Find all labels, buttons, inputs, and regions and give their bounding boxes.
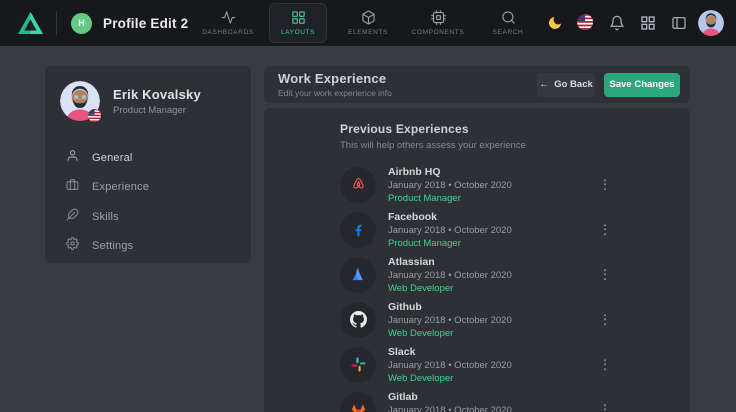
row-menu-kebab-icon[interactable] bbox=[600, 355, 610, 375]
experience-period: January 2018 • October 2020 bbox=[388, 225, 512, 236]
row-menu-kebab-icon[interactable] bbox=[600, 220, 610, 240]
experience-row: Gitlab January 2018 • October 2020 Web D… bbox=[340, 387, 614, 412]
company-name: Gitlab bbox=[388, 391, 512, 403]
apps-grid-icon[interactable] bbox=[636, 11, 660, 35]
experience-role: Web Developer bbox=[388, 373, 512, 384]
page-header-card: Work Experience Edit your work experienc… bbox=[264, 66, 690, 103]
box-icon bbox=[361, 10, 376, 25]
notifications-bell-icon[interactable] bbox=[605, 11, 629, 35]
row-menu-kebab-icon[interactable] bbox=[600, 265, 610, 285]
experience-row: Airbnb HQ January 2018 • October 2020 Pr… bbox=[340, 162, 614, 207]
experience-period: January 2018 • October 2020 bbox=[388, 270, 512, 281]
experience-period: January 2018 • October 2020 bbox=[388, 180, 512, 191]
nav-item-layouts[interactable]: LAYOUTS bbox=[269, 3, 327, 43]
experience-role: Product Manager bbox=[388, 193, 512, 204]
profile-sidebar-card: Erik Kovalsky Product Manager General Ex… bbox=[45, 66, 251, 263]
profile-role: Product Manager bbox=[113, 105, 201, 116]
page-header-title: Work Experience bbox=[278, 71, 392, 86]
atlassian-logo-icon bbox=[340, 257, 376, 293]
row-menu-kebab-icon[interactable] bbox=[600, 175, 610, 195]
sidebar-toggle-icon[interactable] bbox=[667, 11, 691, 35]
profile-avatar bbox=[60, 81, 100, 121]
experience-role: Web Developer bbox=[388, 328, 512, 339]
navbar-actions bbox=[543, 0, 724, 46]
github-logo-icon bbox=[340, 302, 376, 338]
briefcase-icon bbox=[66, 178, 79, 196]
cpu-icon bbox=[431, 10, 446, 25]
go-back-button[interactable]: ← Go Back bbox=[537, 73, 595, 97]
experience-period: January 2018 • October 2020 bbox=[388, 360, 512, 371]
top-navbar: H Profile Edit 2 DASHBOARDS LAYOUTS ELEM… bbox=[0, 0, 736, 46]
user-avatar[interactable] bbox=[698, 10, 724, 36]
nav-item-dashboards[interactable]: DASHBOARDS bbox=[199, 3, 257, 43]
company-name: Airbnb HQ bbox=[388, 166, 512, 178]
gitlab-logo-icon bbox=[340, 392, 376, 412]
language-flag-icon[interactable] bbox=[574, 11, 598, 35]
nav-item-search[interactable]: SEARCH bbox=[479, 3, 537, 43]
section-subtitle: This will help others assess your experi… bbox=[340, 140, 614, 151]
experience-row: Github January 2018 • October 2020 Web D… bbox=[340, 297, 614, 342]
navbar-brand-group: H Profile Edit 2 bbox=[0, 11, 188, 35]
search-icon bbox=[501, 10, 516, 25]
experience-period: January 2018 • October 2020 bbox=[388, 315, 512, 326]
page-icon-letter: H bbox=[78, 18, 85, 28]
activity-icon bbox=[221, 10, 236, 25]
company-name: Slack bbox=[388, 346, 512, 358]
nav-item-elements[interactable]: ELEMENTS bbox=[339, 3, 397, 43]
sidebar-item-settings[interactable]: Settings bbox=[60, 232, 251, 262]
experience-row: Slack January 2018 • October 2020 Web De… bbox=[340, 342, 614, 387]
experience-period: January 2018 • October 2020 bbox=[388, 405, 512, 412]
experience-row: Atlassian January 2018 • October 2020 We… bbox=[340, 252, 614, 297]
user-icon bbox=[66, 149, 79, 167]
slack-logo-icon bbox=[340, 347, 376, 383]
section-title: Previous Experiences bbox=[340, 122, 614, 136]
gear-icon bbox=[66, 237, 79, 255]
row-menu-kebab-icon[interactable] bbox=[600, 400, 610, 412]
feather-icon bbox=[66, 208, 79, 226]
experience-role: Product Manager bbox=[388, 238, 512, 249]
profile-summary: Erik Kovalsky Product Manager bbox=[60, 81, 251, 121]
dark-mode-moon-icon[interactable] bbox=[543, 11, 567, 35]
nav-item-components[interactable]: COMPONENTS bbox=[409, 3, 467, 43]
page-header-text: Work Experience Edit your work experienc… bbox=[278, 71, 392, 98]
work-experience-card: Previous Experiences This will help othe… bbox=[264, 108, 690, 412]
experience-role: Web Developer bbox=[388, 283, 512, 294]
country-flag-icon bbox=[88, 109, 101, 122]
airbnb-logo-icon bbox=[340, 167, 376, 203]
header-actions: ← Go Back Save Changes bbox=[537, 73, 680, 97]
page-icon-badge: H bbox=[71, 13, 92, 34]
app-logo-icon[interactable] bbox=[17, 11, 44, 35]
company-name: Github bbox=[388, 301, 512, 313]
profile-menu: General Experience Skills Settings bbox=[60, 143, 251, 261]
facebook-logo-icon bbox=[340, 212, 376, 248]
row-menu-kebab-icon[interactable] bbox=[600, 310, 610, 330]
layout-grid-icon bbox=[291, 10, 306, 25]
sidebar-item-skills[interactable]: Skills bbox=[60, 202, 251, 232]
sidebar-item-experience[interactable]: Experience bbox=[60, 173, 251, 203]
page-title: Profile Edit 2 bbox=[103, 16, 188, 31]
save-changes-button[interactable]: Save Changes bbox=[604, 73, 680, 97]
experiences-list: Airbnb HQ January 2018 • October 2020 Pr… bbox=[340, 162, 614, 412]
sidebar-item-general[interactable]: General bbox=[60, 143, 251, 173]
main-nav: DASHBOARDS LAYOUTS ELEMENTS COMPONENTS S… bbox=[199, 0, 537, 46]
navbar-divider bbox=[56, 11, 57, 35]
page-header-subtitle: Edit your work experience info bbox=[278, 88, 392, 98]
company-name: Atlassian bbox=[388, 256, 512, 268]
experience-row: Facebook January 2018 • October 2020 Pro… bbox=[340, 207, 614, 252]
company-name: Facebook bbox=[388, 211, 512, 223]
profile-name: Erik Kovalsky bbox=[113, 87, 201, 102]
go-back-label: Go Back bbox=[554, 79, 593, 90]
left-arrow-icon: ← bbox=[539, 80, 549, 90]
